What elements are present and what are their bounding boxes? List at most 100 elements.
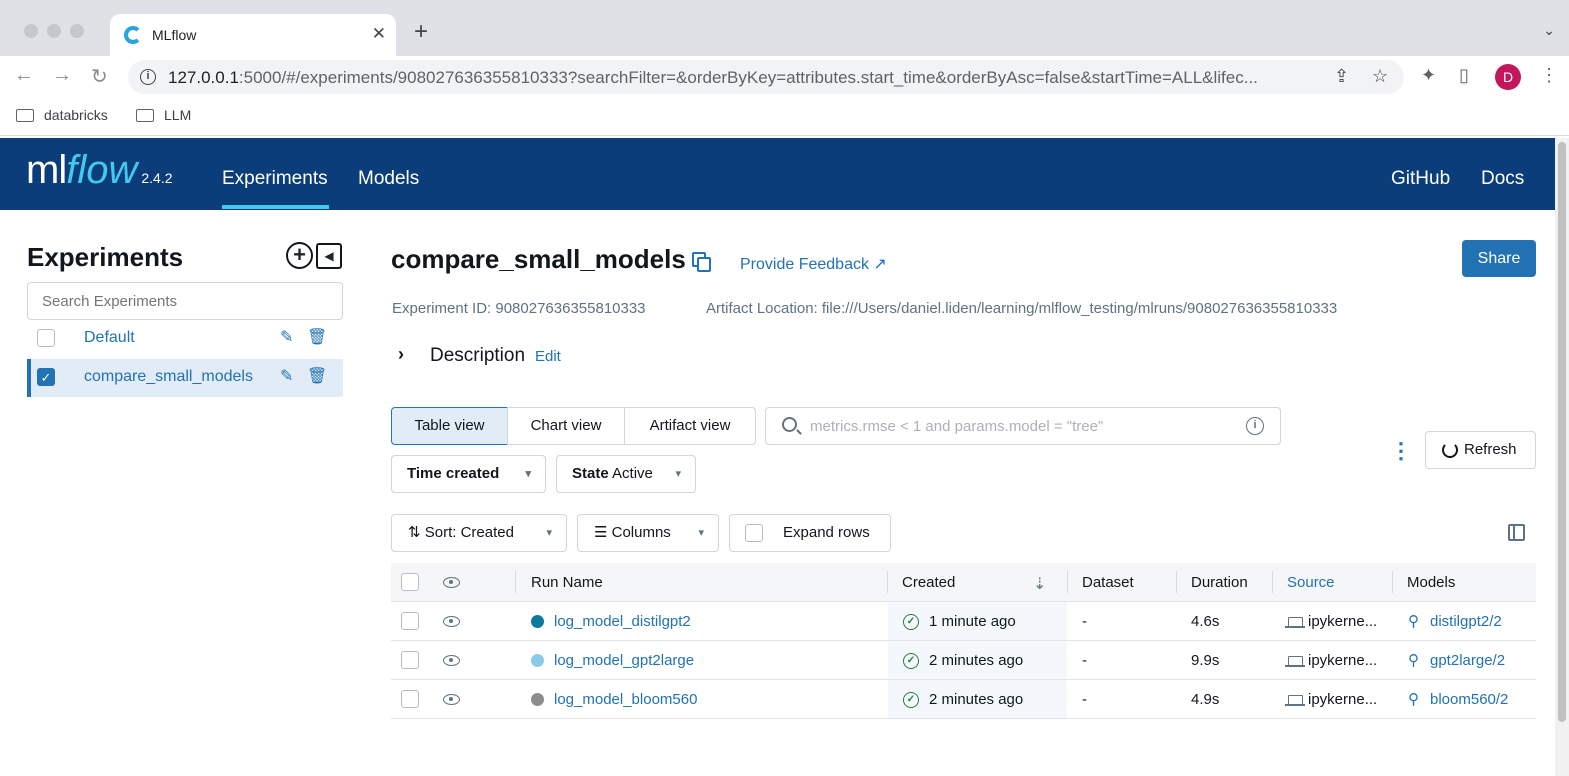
table-row[interactable]: log_model_distilgpt2 ✓ 1 minute ago - 4.…	[391, 602, 1536, 641]
github-link[interactable]: GitHub	[1391, 168, 1450, 190]
success-check-icon: ✓	[903, 614, 919, 630]
mlflow-logo[interactable]: mlflow 2.4.2	[26, 148, 173, 193]
col-dataset[interactable]: Dataset	[1082, 574, 1134, 591]
run-search-input[interactable]: metrics.rmse < 1 and params.model = "tre…	[765, 407, 1281, 445]
table-row[interactable]: log_model_bloom560 ✓ 2 minutes ago - 4.9…	[391, 680, 1536, 719]
expand-rows-checkbox[interactable]	[745, 524, 763, 542]
chart-view-button[interactable]: Chart view	[507, 407, 625, 445]
experiment-checkbox[interactable]	[37, 329, 55, 347]
info-icon[interactable]: i	[1246, 417, 1264, 435]
col-source[interactable]: Source	[1287, 574, 1335, 591]
address-bar[interactable]: i 127.0.0.1:5000/#/experiments/908027636…	[128, 60, 1404, 94]
source-value[interactable]: ipykerne...	[1308, 652, 1377, 669]
visibility-eye-icon[interactable]	[443, 577, 460, 588]
window-zoom-button[interactable]	[70, 24, 84, 38]
row-checkbox[interactable]	[401, 651, 419, 669]
scrollbar-thumb[interactable]	[1558, 142, 1566, 722]
visibility-eye-icon[interactable]	[443, 616, 460, 627]
tab-search-chevron-icon[interactable]: ⌄	[1543, 22, 1555, 39]
bookmark-star-icon[interactable]: ☆	[1372, 66, 1388, 87]
app-header: mlflow 2.4.2 Experiments Models GitHub Do…	[0, 138, 1555, 210]
experiment-name[interactable]: compare_small_models	[84, 368, 253, 386]
profile-avatar[interactable]: D	[1495, 64, 1521, 90]
expand-rows-toggle[interactable]: Expand rows	[729, 514, 891, 552]
duration-value: 9.9s	[1191, 652, 1220, 669]
chevron-down-icon: ▾	[525, 468, 531, 480]
close-tab-icon[interactable]: ✕	[372, 24, 386, 44]
window-close-button[interactable]	[24, 24, 38, 38]
nav-models[interactable]: Models	[358, 168, 419, 190]
page-scrollbar[interactable]	[1555, 138, 1569, 776]
table-view-button[interactable]: Table view	[391, 407, 508, 445]
model-link[interactable]: distilgpt2/2	[1430, 613, 1502, 630]
nav-experiments[interactable]: Experiments	[222, 168, 328, 190]
toggle-side-panel-icon[interactable]	[1508, 524, 1525, 541]
run-name-link[interactable]: log_model_gpt2large	[554, 652, 694, 669]
url-text[interactable]: 127.0.0.1:5000/#/experiments/90802763635…	[168, 68, 1316, 88]
col-duration[interactable]: Duration	[1191, 574, 1248, 591]
browser-toolbar: ← → ↻ i 127.0.0.1:5000/#/experiments/908…	[0, 56, 1569, 98]
run-name-link[interactable]: log_model_distilgpt2	[554, 613, 691, 630]
row-checkbox[interactable]	[401, 690, 419, 708]
edit-pencil-icon[interactable]: ✎	[280, 327, 293, 347]
sort-desc-icon[interactable]: ⇣	[1033, 574, 1046, 594]
columns-dropdown[interactable]: ☰ Columns ▾	[577, 514, 719, 552]
window-minimize-button[interactable]	[47, 24, 61, 38]
row-checkbox[interactable]	[401, 612, 419, 630]
select-all-checkbox[interactable]	[401, 573, 419, 591]
chevron-right-icon[interactable]: ›	[398, 344, 404, 365]
run-color-dot[interactable]	[531, 654, 544, 667]
col-models[interactable]: Models	[1407, 574, 1455, 591]
more-options-icon[interactable]: ⋮	[1390, 440, 1412, 462]
laptop-icon	[1285, 656, 1305, 667]
share-page-icon[interactable]: ⇪	[1334, 66, 1349, 87]
table-row[interactable]: log_model_gpt2large ✓ 2 minutes ago - 9.…	[391, 641, 1536, 680]
col-created[interactable]: Created	[902, 574, 955, 591]
create-experiment-icon[interactable]: +	[286, 242, 313, 269]
browser-menu-icon[interactable]: ⋮	[1540, 65, 1558, 86]
copy-icon[interactable]	[692, 252, 711, 272]
forward-icon[interactable]: →	[52, 64, 72, 87]
share-button[interactable]: Share	[1462, 240, 1536, 277]
delete-trash-icon[interactable]: 🗑	[307, 366, 327, 386]
artifact-view-button[interactable]: Artifact view	[624, 407, 756, 445]
extensions-icon[interactable]: ✦	[1421, 65, 1436, 86]
visibility-eye-icon[interactable]	[443, 655, 460, 666]
bookmark-databricks[interactable]: databricks	[16, 107, 108, 123]
run-color-dot[interactable]	[531, 693, 544, 706]
experiment-item-compare-small-models[interactable]: ✓ compare_small_models ✎ 🗑	[27, 359, 343, 397]
browser-tab[interactable]: MLflow ✕	[110, 14, 396, 56]
delete-trash-icon[interactable]: 🗑	[307, 327, 327, 347]
experiment-name[interactable]: Default	[84, 329, 135, 347]
visibility-eye-icon[interactable]	[443, 694, 460, 705]
experiment-checkbox-checked[interactable]: ✓	[37, 368, 55, 386]
run-color-dot[interactable]	[531, 615, 544, 628]
search-experiments-input[interactable]	[27, 282, 343, 320]
description-edit-link[interactable]: Edit	[535, 348, 561, 365]
provide-feedback-link[interactable]: Provide Feedback ↗	[740, 254, 887, 274]
experiment-item-default[interactable]: Default ✎ 🗑	[27, 319, 343, 357]
sort-dropdown[interactable]: ⇅ Sort: Created ▾	[391, 514, 567, 552]
chevron-down-icon: ▾	[546, 527, 552, 539]
chevron-down-icon: ▾	[675, 468, 681, 480]
collapse-sidebar-icon[interactable]: ◀	[316, 243, 342, 269]
bookmark-llm[interactable]: LLM	[136, 107, 191, 123]
side-panel-icon[interactable]: ▯	[1459, 65, 1469, 86]
source-value[interactable]: ipykerne...	[1308, 691, 1377, 708]
docs-link[interactable]: Docs	[1481, 168, 1524, 190]
time-created-dropdown[interactable]: Time created ▾	[391, 455, 546, 493]
edit-pencil-icon[interactable]: ✎	[280, 366, 293, 386]
description-toggle[interactable]: Description	[430, 345, 525, 367]
reload-icon[interactable]: ↻	[91, 64, 108, 89]
new-tab-icon[interactable]: +	[414, 20, 428, 44]
back-icon[interactable]: ←	[14, 64, 34, 87]
dataset-value: -	[1082, 691, 1087, 708]
col-run-name[interactable]: Run Name	[531, 574, 603, 591]
model-link[interactable]: gpt2large/2	[1430, 652, 1505, 669]
site-info-icon[interactable]: i	[140, 69, 156, 85]
refresh-button[interactable]: Refresh	[1425, 431, 1536, 469]
state-dropdown[interactable]: State Active ▾	[556, 455, 696, 493]
source-value[interactable]: ipykerne...	[1308, 613, 1377, 630]
run-name-link[interactable]: log_model_bloom560	[554, 691, 697, 708]
model-link[interactable]: bloom560/2	[1430, 691, 1508, 708]
